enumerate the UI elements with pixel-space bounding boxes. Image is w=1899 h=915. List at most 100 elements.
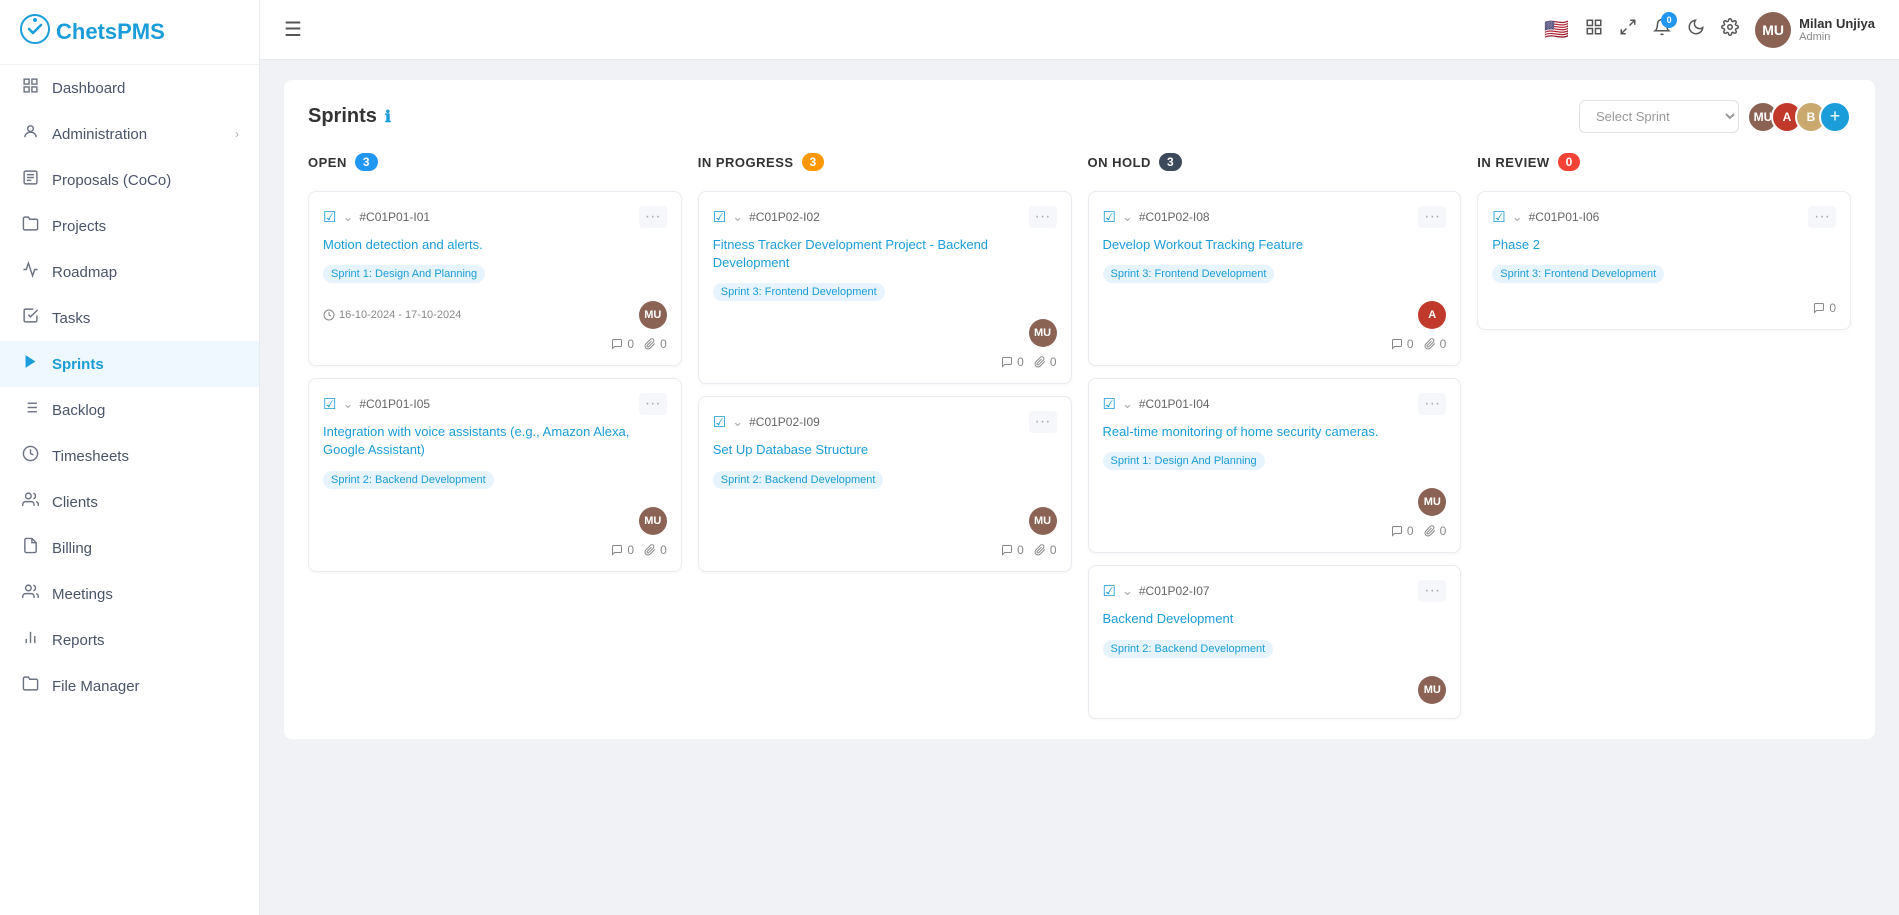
add-sprint-member-button[interactable]: + bbox=[1819, 101, 1851, 133]
card-stats-c01p01-i01: 0 0 bbox=[323, 337, 667, 351]
card-header-c01p01-i01: ☑ ⌄ #C01P01-I01 ··· bbox=[323, 206, 667, 228]
card-title-c01p02-i09[interactable]: Set Up Database Structure bbox=[713, 441, 1057, 459]
sidebar-item-clients[interactable]: Clients bbox=[0, 479, 259, 525]
sprint-select-area: Select Sprint MU A B + bbox=[1579, 100, 1851, 133]
card-more-button-c01p01-i06[interactable]: ··· bbox=[1808, 206, 1836, 228]
card-title-c01p01-i04[interactable]: Real-time monitoring of home security ca… bbox=[1103, 423, 1447, 441]
hamburger-button[interactable]: ☰ bbox=[284, 17, 302, 42]
card-c01p01-i05: ☑ ⌄ #C01P01-I05 ··· Integration with voi… bbox=[308, 378, 682, 571]
card-stats-c01p01-i04: 0 0 bbox=[1103, 524, 1447, 538]
user-profile-area[interactable]: MU Milan Unjiya Admin bbox=[1755, 12, 1875, 48]
notification-bell-icon[interactable]: 0 bbox=[1653, 18, 1671, 41]
card-bottom-c01p02-i08: A bbox=[1103, 301, 1447, 329]
fullscreen-icon[interactable] bbox=[1619, 18, 1637, 41]
card-id-c01p02-i09: #C01P02-I09 bbox=[749, 415, 820, 429]
card-avatar-c01p01-i04: MU bbox=[1418, 488, 1446, 516]
sidebar-label-meetings: Meetings bbox=[52, 586, 113, 603]
card-title-c01p01-i01[interactable]: Motion detection and alerts. bbox=[323, 236, 667, 254]
timesheets-icon bbox=[20, 445, 40, 467]
sidebar-label-billing: Billing bbox=[52, 540, 92, 557]
card-expand-icon: ⌄ bbox=[342, 209, 353, 225]
sprint-select-dropdown[interactable]: Select Sprint bbox=[1579, 100, 1739, 133]
card-bottom-c01p01-i04: MU bbox=[1103, 488, 1447, 516]
card-bottom-c01p02-i02: MU bbox=[713, 319, 1057, 347]
col-header-in-review: IN REVIEW 0 bbox=[1477, 153, 1851, 179]
topbar: ☰ 🇺🇸 0 MU Milan Unjiya bbox=[260, 0, 1899, 60]
dark-mode-icon[interactable] bbox=[1687, 18, 1705, 41]
kanban-column-in-review: IN REVIEW 0 ☑ ⌄ #C01P01-I06 ··· Phase 2 … bbox=[1477, 153, 1851, 719]
topbar-left: ☰ bbox=[284, 17, 302, 42]
settings-icon[interactable] bbox=[1721, 18, 1739, 41]
administration-icon bbox=[20, 123, 40, 145]
card-attachments-c01p01-i04: 0 bbox=[1424, 524, 1447, 538]
card-avatar-c01p02-i02: MU bbox=[1029, 319, 1057, 347]
card-comments-c01p02-i09: 0 bbox=[1001, 543, 1024, 557]
sidebar-label-file-manager: File Manager bbox=[52, 678, 140, 695]
card-header-c01p02-i09: ☑ ⌄ #C01P02-I09 ··· bbox=[713, 411, 1057, 433]
sprint-tag-c01p02-i08: Sprint 3: Frontend Development bbox=[1103, 265, 1275, 283]
sidebar-item-reports[interactable]: Reports bbox=[0, 617, 259, 663]
sidebar-item-projects[interactable]: Projects bbox=[0, 203, 259, 249]
card-more-button-c01p01-i05[interactable]: ··· bbox=[639, 393, 667, 415]
card-stats-c01p01-i06: 0 bbox=[1492, 301, 1836, 315]
card-title-c01p01-i06[interactable]: Phase 2 bbox=[1492, 236, 1836, 254]
roadmap-icon bbox=[20, 261, 40, 283]
card-title-c01p02-i02[interactable]: Fitness Tracker Development Project - Ba… bbox=[713, 236, 1057, 272]
sidebar-item-sprints[interactable]: Sprints bbox=[0, 341, 259, 387]
card-check-icon-3: ☑ bbox=[713, 208, 726, 226]
sprints-title-area: Sprints ℹ bbox=[308, 105, 391, 128]
kanban-board: OPEN 3 ☑ ⌄ #C01P01-I01 ··· Motion detect… bbox=[308, 153, 1851, 719]
card-comments-c01p01-i06: 0 bbox=[1813, 301, 1836, 315]
col-badge-in-progress: 3 bbox=[802, 153, 825, 171]
backlog-icon bbox=[20, 399, 40, 421]
card-c01p02-i07: ☑ ⌄ #C01P02-I07 ··· Backend Development … bbox=[1088, 565, 1462, 718]
card-header-c01p01-i06: ☑ ⌄ #C01P01-I06 ··· bbox=[1492, 206, 1836, 228]
sidebar-label-dashboard: Dashboard bbox=[52, 80, 125, 97]
card-more-button-c01p01-i01[interactable]: ··· bbox=[639, 206, 667, 228]
card-more-button-c01p02-i08[interactable]: ··· bbox=[1418, 206, 1446, 228]
sidebar-item-dashboard[interactable]: Dashboard bbox=[0, 65, 259, 111]
card-title-c01p01-i05[interactable]: Integration with voice assistants (e.g.,… bbox=[323, 423, 667, 459]
card-more-button-c01p02-i02[interactable]: ··· bbox=[1029, 206, 1057, 228]
sidebar-label-clients: Clients bbox=[52, 494, 98, 511]
sidebar-item-tasks[interactable]: Tasks bbox=[0, 295, 259, 341]
card-expand-icon-4: ⌄ bbox=[732, 414, 743, 430]
sprint-tag-c01p02-i02: Sprint 3: Frontend Development bbox=[713, 283, 885, 301]
card-id-c01p02-i02: #C01P02-I02 bbox=[749, 210, 820, 224]
sidebar-item-administration[interactable]: Administration › bbox=[0, 111, 259, 157]
language-flag[interactable]: 🇺🇸 bbox=[1544, 17, 1569, 42]
sidebar-label-reports: Reports bbox=[52, 632, 105, 649]
logo-icon bbox=[20, 14, 50, 50]
card-attachments-c01p01-i01: 0 bbox=[644, 337, 667, 351]
card-title-c01p02-i07[interactable]: Backend Development bbox=[1103, 610, 1447, 628]
sidebar-item-proposals[interactable]: Proposals (CoCo) bbox=[0, 157, 259, 203]
card-c01p01-i01: ☑ ⌄ #C01P01-I01 ··· Motion detection and… bbox=[308, 191, 682, 366]
sidebar-item-file-manager[interactable]: File Manager bbox=[0, 663, 259, 709]
card-more-button-c01p02-i07[interactable]: ··· bbox=[1418, 580, 1446, 602]
sidebar-item-backlog[interactable]: Backlog bbox=[0, 387, 259, 433]
sprint-avatars: MU A B + bbox=[1747, 101, 1851, 133]
sprints-header: Sprints ℹ Select Sprint MU A B + bbox=[308, 100, 1851, 133]
card-comments-c01p02-i08: 0 bbox=[1391, 337, 1414, 351]
apps-icon[interactable] bbox=[1585, 18, 1603, 41]
sprint-tag-c01p02-i07: Sprint 2: Backend Development bbox=[1103, 640, 1274, 658]
card-more-button-c01p02-i09[interactable]: ··· bbox=[1029, 411, 1057, 433]
card-check-icon-2: ☑ bbox=[323, 395, 336, 413]
sidebar-item-billing[interactable]: Billing bbox=[0, 525, 259, 571]
sidebar-item-roadmap[interactable]: Roadmap bbox=[0, 249, 259, 295]
card-stats-c01p02-i02: 0 0 bbox=[713, 355, 1057, 369]
card-c01p02-i08: ☑ ⌄ #C01P02-I08 ··· Develop Workout Trac… bbox=[1088, 191, 1462, 366]
card-avatar-c01p01-i01: MU bbox=[639, 301, 667, 329]
card-c01p01-i04: ☑ ⌄ #C01P01-I04 ··· Real-time monitoring… bbox=[1088, 378, 1462, 553]
card-comments-c01p01-i04: 0 bbox=[1391, 524, 1414, 538]
clients-icon bbox=[20, 491, 40, 513]
sidebar-item-timesheets[interactable]: Timesheets bbox=[0, 433, 259, 479]
card-check-icon-5: ☑ bbox=[1103, 208, 1116, 226]
sprints-info-icon[interactable]: ℹ bbox=[385, 107, 391, 127]
card-more-button-c01p01-i04[interactable]: ··· bbox=[1418, 393, 1446, 415]
card-attachments-c01p01-i05: 0 bbox=[644, 543, 667, 557]
card-avatar-c01p02-i09: MU bbox=[1029, 507, 1057, 535]
sidebar-item-meetings[interactable]: Meetings bbox=[0, 571, 259, 617]
card-title-c01p02-i08[interactable]: Develop Workout Tracking Feature bbox=[1103, 236, 1447, 254]
card-header-c01p01-i04: ☑ ⌄ #C01P01-I04 ··· bbox=[1103, 393, 1447, 415]
